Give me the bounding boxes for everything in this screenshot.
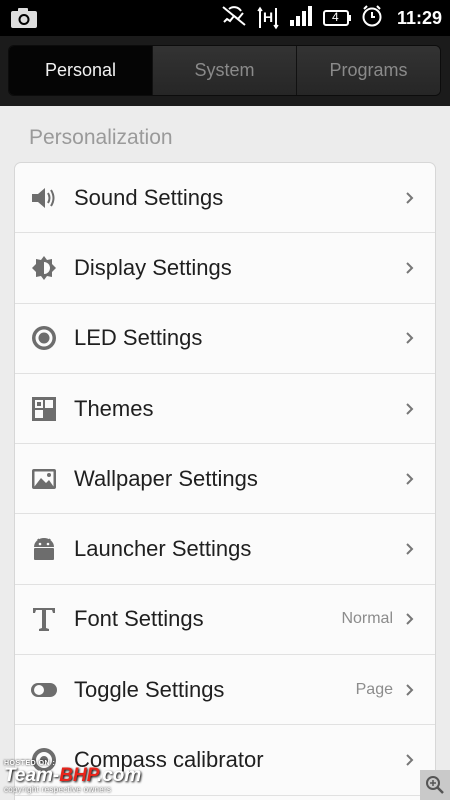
chevron-right-icon <box>406 332 414 344</box>
signal-strength-icon <box>289 5 313 32</box>
brightness-icon <box>29 253 59 283</box>
list-item-themes[interactable]: Themes <box>15 374 435 445</box>
list-item-wallpaper-settings[interactable]: Wallpaper Settings <box>15 444 435 515</box>
list-item-label: Themes <box>74 395 154 421</box>
watermark-brand-team: Team- <box>4 765 60 786</box>
network-type-label: H <box>262 9 274 25</box>
toggle-style-value: Page <box>355 680 393 698</box>
zoom-icon <box>426 776 444 794</box>
list-item-label: Toggle Settings <box>74 676 225 702</box>
list-item-label: LED Settings <box>74 325 203 351</box>
camera-icon <box>10 7 38 34</box>
led-icon <box>29 323 59 353</box>
list-item-font-settings[interactable]: Font Settings Normal <box>15 585 435 656</box>
status-bar: H 4 11:29 <box>0 0 450 36</box>
watermark-brand-bhp: BHP <box>59 765 97 786</box>
alarm-clock-icon <box>361 4 383 32</box>
battery-level-label: 4 <box>331 10 339 24</box>
font-icon <box>29 604 59 634</box>
list-item-display-settings[interactable]: Display Settings <box>15 233 435 304</box>
zoom-button[interactable] <box>420 770 450 800</box>
list-item-label: Display Settings <box>74 254 232 280</box>
chevron-right-icon <box>406 402 414 415</box>
list-item-toggle-settings[interactable]: Toggle Settings Page <box>15 655 435 726</box>
settings-list: Sound Settings Display Settings LED Sett… <box>14 162 436 800</box>
chevron-right-icon <box>406 684 414 696</box>
section-title: Personalization <box>29 126 173 149</box>
wallpaper-icon <box>29 464 59 494</box>
tab-personal[interactable]: Personal <box>9 46 153 95</box>
notification-muted-icon <box>221 5 247 32</box>
list-item-led-settings[interactable]: LED Settings <box>15 304 435 374</box>
status-time: 11:29 <box>396 7 442 28</box>
chevron-right-icon <box>406 543 414 555</box>
team-bhp-watermark: HOSTED ON : Team-BHP.com copyright respe… <box>4 760 141 794</box>
chevron-right-icon <box>406 754 414 766</box>
toggle-icon <box>29 675 59 705</box>
tab-bar: Personal System Programs <box>0 36 450 106</box>
battery-icon: 4 <box>322 9 351 27</box>
tab-strip: Personal System Programs <box>8 45 441 96</box>
list-item-launcher-settings[interactable]: Launcher Settings <box>15 514 435 585</box>
tab-system[interactable]: System <box>153 46 297 95</box>
list-item-label: Wallpaper Settings <box>74 465 258 491</box>
watermark-brand: Team-BHP.com <box>4 765 142 786</box>
list-item-label: Font Settings <box>74 606 204 632</box>
list-item-label: Sound Settings <box>74 184 224 210</box>
chevron-right-icon <box>406 191 414 204</box>
list-item-label: Launcher Settings <box>74 536 252 562</box>
android-icon <box>29 534 59 564</box>
themes-icon <box>29 394 59 424</box>
hspa-network-icon: H <box>257 6 279 30</box>
list-item-sound-settings[interactable]: Sound Settings <box>15 163 435 234</box>
chevron-right-icon <box>406 613 414 626</box>
speaker-icon <box>29 183 59 213</box>
watermark-copyright: copyright respective owners <box>4 785 112 794</box>
font-size-value: Normal <box>341 610 393 628</box>
tab-programs[interactable]: Programs <box>297 46 440 95</box>
chevron-right-icon <box>406 473 414 485</box>
chevron-right-icon <box>406 262 414 274</box>
watermark-brand-domain: .com <box>96 765 142 786</box>
